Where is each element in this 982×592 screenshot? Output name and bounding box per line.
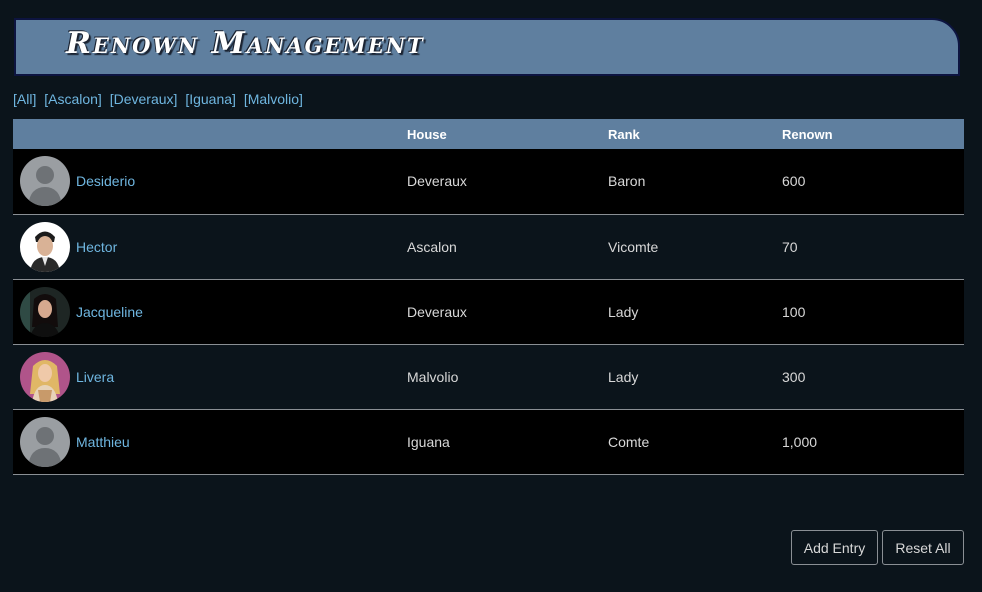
table-row: Livera Malvolio Lady 300 <box>13 344 964 410</box>
add-entry-button[interactable]: Add Entry <box>791 530 878 565</box>
column-header-rank: Rank <box>608 119 782 149</box>
character-name-link[interactable]: Livera <box>76 369 114 385</box>
house-cell: Malvolio <box>407 344 608 410</box>
character-name-link[interactable]: Matthieu <box>76 434 130 450</box>
filter-iguana[interactable]: [Iguana] <box>185 91 236 107</box>
filter-deveraux[interactable]: [Deveraux] <box>110 91 178 107</box>
filter-ascalon[interactable]: [Ascalon] <box>44 91 102 107</box>
character-name-link[interactable]: Hector <box>76 239 117 255</box>
avatar <box>20 156 70 207</box>
character-name-link[interactable]: Desiderio <box>76 173 135 189</box>
rank-cell: Vicomte <box>608 214 782 280</box>
house-cell: Iguana <box>407 409 608 475</box>
avatar <box>20 416 70 467</box>
column-header-name <box>13 119 407 149</box>
table-header-row: House Rank Renown <box>13 119 964 149</box>
renown-table: House Rank Renown Desiderio Deveraux Bar… <box>13 119 964 475</box>
column-header-house: House <box>407 119 608 149</box>
house-cell: Ascalon <box>407 214 608 280</box>
filter-all[interactable]: [All] <box>13 91 36 107</box>
avatar <box>20 286 70 337</box>
rank-cell: Baron <box>608 149 782 215</box>
renown-cell: 100 <box>782 279 964 345</box>
table-row: Jacqueline Deveraux Lady 100 <box>13 279 964 345</box>
column-header-renown: Renown <box>782 119 964 149</box>
renown-cell: 70 <box>782 214 964 280</box>
header-banner: Renown Management <box>14 18 960 76</box>
renown-cell: 300 <box>782 344 964 410</box>
filter-malvolio[interactable]: [Malvolio] <box>244 91 303 107</box>
table-row: Desiderio Deveraux Baron 600 <box>13 149 964 215</box>
house-cell: Deveraux <box>407 149 608 215</box>
rank-cell: Comte <box>608 409 782 475</box>
house-filters: [All] [Ascalon] [Deveraux] [Iguana] [Mal… <box>13 91 307 107</box>
table-row: Hector Ascalon Vicomte 70 <box>13 214 964 280</box>
reset-all-button[interactable]: Reset All <box>882 530 964 565</box>
rank-cell: Lady <box>608 279 782 345</box>
page-title: Renown Management <box>66 26 425 61</box>
renown-cell: 600 <box>782 149 964 215</box>
renown-cell: 1,000 <box>782 409 964 475</box>
avatar <box>20 221 70 272</box>
avatar <box>20 351 70 402</box>
house-cell: Deveraux <box>407 279 608 345</box>
character-name-link[interactable]: Jacqueline <box>76 304 143 320</box>
table-row: Matthieu Iguana Comte 1,000 <box>13 409 964 475</box>
rank-cell: Lady <box>608 344 782 410</box>
